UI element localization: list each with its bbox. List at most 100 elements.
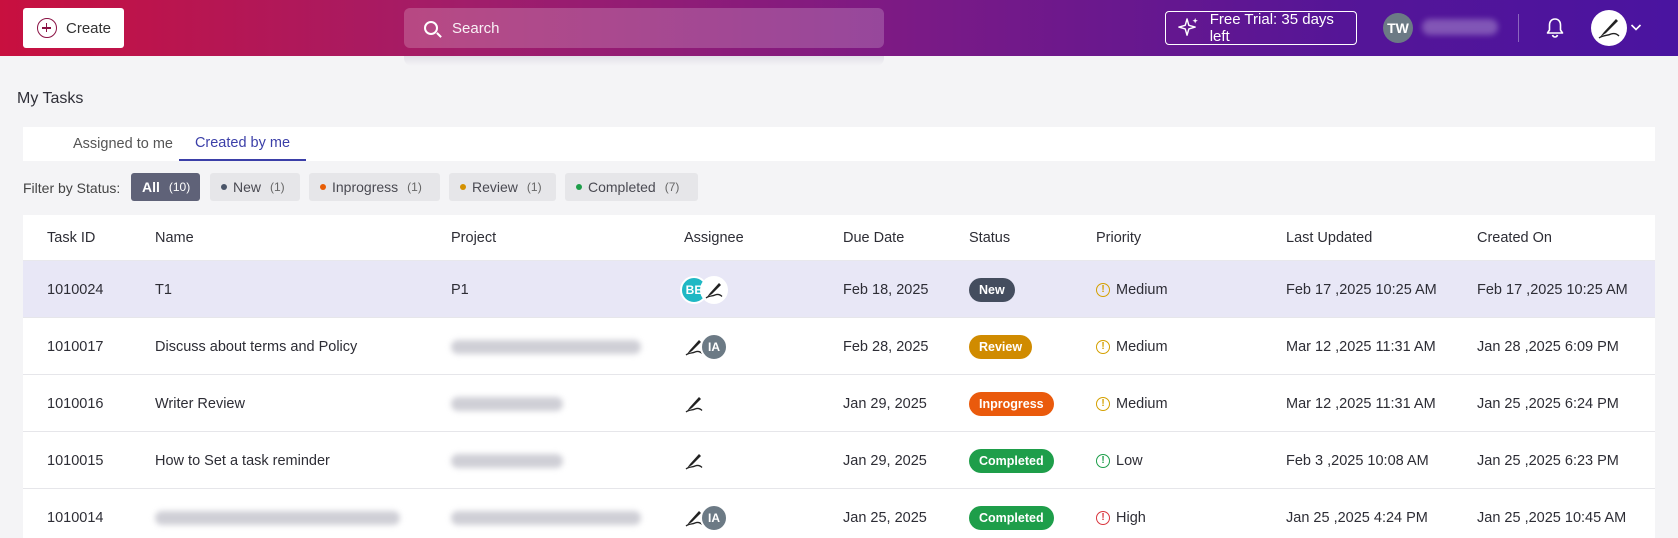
filter-chip-new[interactable]: New (1) xyxy=(210,173,300,201)
chip-label: Completed xyxy=(588,179,656,195)
task-name[interactable]: How to Set a task reminder xyxy=(155,432,330,489)
pen-logo-icon xyxy=(685,453,703,470)
col-assignee[interactable]: Assignee xyxy=(684,230,744,246)
priority-label: Medium xyxy=(1116,281,1168,298)
filter-label: Filter by Status: xyxy=(23,180,121,196)
created-on: Jan 28 ,2025 6:09 PM xyxy=(1477,338,1619,355)
priority-alert-icon: ! xyxy=(1096,339,1110,354)
status-badge[interactable]: New xyxy=(969,277,1015,302)
project-name[interactable]: P1 xyxy=(451,261,469,318)
status-cell: Inprogress xyxy=(969,375,1054,432)
assignee-avatar[interactable] xyxy=(680,389,708,418)
filter-chip-completed[interactable]: Completed (7) xyxy=(565,173,698,201)
status-cell: New xyxy=(969,261,1015,318)
page-title: My Tasks xyxy=(17,90,84,107)
task-name[interactable]: T1 xyxy=(155,261,172,318)
status-badge[interactable]: Completed xyxy=(969,505,1054,530)
task-id: 1010014 xyxy=(47,509,104,526)
table-row[interactable]: 1010015 How to Set a task reminder Jan 29,… xyxy=(23,432,1655,489)
bell-icon[interactable] xyxy=(1543,16,1567,40)
status-cell: Completed xyxy=(969,489,1054,538)
due-date: Jan 29, 2025 xyxy=(843,395,927,412)
table-row[interactable]: 1010017 Discuss about terms and Policy IA F… xyxy=(23,318,1655,375)
create-button[interactable]: Create xyxy=(23,8,124,48)
status-badge[interactable]: Inprogress xyxy=(969,391,1054,416)
filter-chip-review[interactable]: Review (1) xyxy=(449,173,556,201)
pen-logo-icon xyxy=(705,282,723,299)
last-updated: Mar 12 ,2025 11:31 AM xyxy=(1286,395,1436,412)
status-dot xyxy=(221,184,227,190)
chip-count: (7) xyxy=(664,180,680,194)
task-name[interactable]: Writer Review xyxy=(155,375,245,432)
last-updated: Feb 3 ,2025 10:08 AM xyxy=(1286,452,1429,469)
col-due-date[interactable]: Due Date xyxy=(843,230,904,246)
task-id: 1010017 xyxy=(47,338,104,355)
col-name[interactable]: Name xyxy=(155,230,194,246)
user-name-blurred xyxy=(1422,19,1498,35)
free-trial-button[interactable]: Free Trial: 35 days left xyxy=(1165,11,1357,45)
table-row[interactable]: 1010014 IA Jan 25, 2025 Completed! High Jan 2… xyxy=(23,489,1655,538)
user-avatar[interactable]: TW xyxy=(1383,13,1413,43)
col-priority[interactable]: Priority xyxy=(1096,230,1141,246)
filter-chip-all[interactable]: All (10) xyxy=(131,173,200,201)
priority-label: High xyxy=(1116,509,1146,526)
assignee-avatar[interactable]: IA xyxy=(700,332,728,361)
table-row[interactable]: 1010016 Writer Review Jan 29, 2025 Inprogre… xyxy=(23,375,1655,432)
project-name-blurred xyxy=(451,489,641,538)
task-name[interactable]: Discuss about terms and Policy xyxy=(155,318,357,375)
priority-label: Medium xyxy=(1116,395,1168,412)
create-button-label: Create xyxy=(66,19,112,37)
col-status[interactable]: Status xyxy=(969,230,1010,246)
assignee-avatar[interactable] xyxy=(680,446,708,475)
due-date: Jan 29, 2025 xyxy=(843,452,927,469)
col-last-updated[interactable]: Last Updated xyxy=(1286,230,1372,246)
chip-count: (1) xyxy=(270,180,285,194)
assignee-group xyxy=(680,432,708,489)
status-badge[interactable]: Completed xyxy=(969,448,1054,473)
status-dot xyxy=(320,184,326,190)
col-task-id[interactable]: Task ID xyxy=(47,230,95,246)
col-created-on[interactable]: Created On xyxy=(1477,230,1552,246)
col-project[interactable]: Project xyxy=(451,230,496,246)
table-row[interactable]: 1010024 T1 P1 BE Feb 18, 2025 New! Medium Feb 1… xyxy=(23,261,1655,318)
table-body: 1010024 T1 P1 BE Feb 18, 2025 New! Medium Feb 1… xyxy=(23,261,1655,538)
due-date: Feb 28, 2025 xyxy=(843,338,929,355)
priority-label: Medium xyxy=(1116,338,1168,355)
priority-alert-icon: ! xyxy=(1096,396,1110,411)
priority-label: Low xyxy=(1116,452,1143,469)
assignee-avatar[interactable] xyxy=(700,275,728,304)
tab-bar: Assigned to me Created by me xyxy=(23,127,1655,161)
priority-alert-icon: ! xyxy=(1096,282,1110,297)
status-dot xyxy=(576,184,582,190)
chip-label: New xyxy=(233,179,262,195)
assignee-group: IA xyxy=(680,489,728,538)
filter-chip-inprogress[interactable]: Inprogress (1) xyxy=(309,173,440,201)
tasks-table: Task ID Name Project Assignee Due Date S… xyxy=(23,215,1655,538)
task-name-blurred xyxy=(155,489,400,538)
assignee-group xyxy=(680,375,708,432)
search-bar[interactable] xyxy=(404,8,884,48)
task-id: 1010016 xyxy=(47,395,104,412)
created-on: Jan 25 ,2025 6:23 PM xyxy=(1477,452,1619,469)
assignee-avatar[interactable]: IA xyxy=(700,503,728,532)
priority-cell: ! High xyxy=(1096,489,1146,538)
chevron-down-icon[interactable] xyxy=(1630,22,1642,32)
tab-assigned-to-me[interactable]: Assigned to me xyxy=(59,127,187,161)
status-dot xyxy=(460,184,466,190)
priority-cell: ! Medium xyxy=(1096,318,1168,375)
chip-label: Inprogress xyxy=(332,179,399,195)
assignee-group: BE xyxy=(680,261,728,318)
chip-count: (10) xyxy=(168,180,191,194)
priority-cell: ! Medium xyxy=(1096,375,1168,432)
table-header: Task ID Name Project Assignee Due Date S… xyxy=(23,215,1655,261)
tab-created-by-me[interactable]: Created by me xyxy=(179,127,306,161)
profile-avatar[interactable] xyxy=(1591,10,1627,46)
chip-count: (1) xyxy=(526,180,542,194)
task-id: 1010024 xyxy=(47,281,104,298)
search-input[interactable] xyxy=(452,19,852,37)
priority-alert-icon: ! xyxy=(1096,453,1110,468)
status-badge[interactable]: Review xyxy=(969,334,1033,359)
search-icon xyxy=(424,21,438,35)
sparkle-icon xyxy=(1178,18,1198,36)
free-trial-label: Free Trial: 35 days left xyxy=(1209,11,1334,45)
